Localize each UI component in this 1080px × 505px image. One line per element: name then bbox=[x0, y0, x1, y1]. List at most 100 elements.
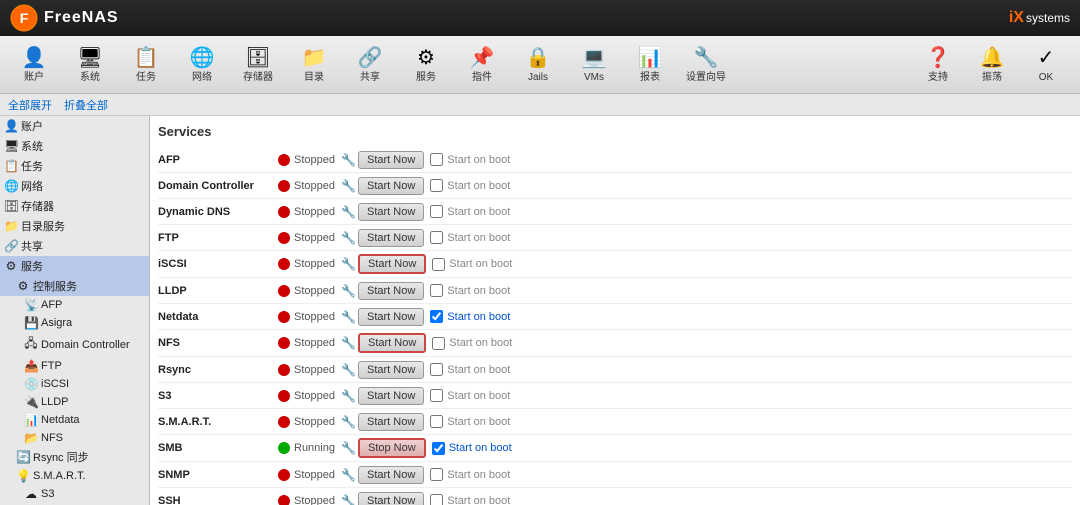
sidebar-item-directory[interactable]: 📁 目录服务 bbox=[0, 216, 149, 236]
boot-checkbox-3[interactable] bbox=[430, 231, 443, 244]
toolbar-vms[interactable]: 💻 VMs bbox=[568, 40, 620, 90]
start-now-button-7[interactable]: Start Now bbox=[358, 333, 426, 353]
edit-icon-5[interactable]: 🔧 bbox=[341, 284, 356, 298]
edit-icon-2[interactable]: 🔧 bbox=[341, 205, 356, 219]
boot-checkbox-6[interactable] bbox=[430, 310, 443, 323]
start-now-button-13[interactable]: Start Now bbox=[358, 492, 424, 505]
toolbar-support[interactable]: ❓ 支持 bbox=[912, 40, 964, 90]
sidebar-item-lldp[interactable]: 🔌 LLDP bbox=[0, 393, 149, 411]
start-now-button-10[interactable]: Start Now bbox=[358, 413, 424, 431]
stop-now-button-11[interactable]: Stop Now bbox=[358, 438, 426, 458]
start-now-button-3[interactable]: Start Now bbox=[358, 229, 424, 247]
service-btn-2[interactable]: Start Now bbox=[358, 203, 424, 221]
toolbar-sharing[interactable]: 🔗 共享 bbox=[344, 40, 396, 90]
start-now-button-4[interactable]: Start Now bbox=[358, 254, 426, 274]
status-dot-4 bbox=[278, 258, 290, 270]
start-now-button-0[interactable]: Start Now bbox=[358, 151, 424, 169]
services-label: 服务 bbox=[416, 72, 436, 84]
service-btn-7[interactable]: Start Now bbox=[358, 333, 426, 353]
edit-icon-13[interactable]: 🔧 bbox=[341, 494, 356, 505]
service-btn-11[interactable]: Stop Now bbox=[358, 438, 426, 458]
sidebar-item-services[interactable]: ⚙ 服务 bbox=[0, 256, 149, 276]
service-btn-5[interactable]: Start Now bbox=[358, 282, 424, 300]
collapse-all-link[interactable]: 折叠全部 bbox=[64, 97, 108, 113]
edit-icon-9[interactable]: 🔧 bbox=[341, 389, 356, 403]
toolbar-jails[interactable]: 🔒 Jails bbox=[512, 40, 564, 90]
sidebar-item-tasks[interactable]: 📋 任务 bbox=[0, 156, 149, 176]
toolbar-wizard[interactable]: 🔧 设置向导 bbox=[680, 40, 732, 90]
start-now-button-9[interactable]: Start Now bbox=[358, 387, 424, 405]
toolbar-storage[interactable]: 🗄 存储器 bbox=[232, 40, 284, 90]
boot-checkbox-13[interactable] bbox=[430, 494, 443, 505]
edit-icon-1[interactable]: 🔧 bbox=[341, 179, 356, 193]
toolbar-alerts[interactable]: 🔔 振荡 bbox=[966, 40, 1018, 90]
sidebar-item-storage[interactable]: 🗄 存储器 bbox=[0, 196, 149, 216]
service-btn-0[interactable]: Start Now bbox=[358, 151, 424, 169]
boot-checkbox-2[interactable] bbox=[430, 205, 443, 218]
toolbar-plugins[interactable]: 📌 指件 bbox=[456, 40, 508, 90]
service-btn-9[interactable]: Start Now bbox=[358, 387, 424, 405]
toolbar-network[interactable]: 🌐 网络 bbox=[176, 40, 228, 90]
service-btn-12[interactable]: Start Now bbox=[358, 466, 424, 484]
boot-checkbox-4[interactable] bbox=[432, 258, 445, 271]
toolbar-services[interactable]: ⚙ 服务 bbox=[400, 40, 452, 90]
boot-checkbox-5[interactable] bbox=[430, 284, 443, 297]
sidebar-item-domain-controller[interactable]: 🖧 Domain Controller bbox=[0, 332, 149, 357]
sidebar-item-rsync[interactable]: 🔄 Rsync 同步 bbox=[0, 447, 149, 467]
sidebar-item-accounts[interactable]: 👤 账户 bbox=[0, 116, 149, 136]
toolbar-tasks[interactable]: 📋 任务 bbox=[120, 40, 172, 90]
sidebar-item-netdata[interactable]: 📊 Netdata bbox=[0, 411, 149, 429]
jails-icon: 🔒 bbox=[526, 45, 551, 70]
sidebar-item-iscsi[interactable]: 💿 iSCSI bbox=[0, 375, 149, 393]
toolbar-ok[interactable]: ✓ OK bbox=[1020, 40, 1072, 90]
edit-icon-6[interactable]: 🔧 bbox=[341, 310, 356, 324]
sidebar-item-asigra[interactable]: 💾 Asigra bbox=[0, 314, 149, 332]
sidebar-item-network[interactable]: 🌐 网络 bbox=[0, 176, 149, 196]
boot-checkbox-8[interactable] bbox=[430, 363, 443, 376]
service-btn-4[interactable]: Start Now bbox=[358, 254, 426, 274]
service-btn-13[interactable]: Start Now bbox=[358, 492, 424, 505]
edit-icon-4[interactable]: 🔧 bbox=[341, 257, 356, 271]
sidebar-item-s3[interactable]: ☁ S3 bbox=[0, 485, 149, 503]
boot-checkbox-9[interactable] bbox=[430, 389, 443, 402]
boot-checkbox-1[interactable] bbox=[430, 179, 443, 192]
sidebar-item-control-services[interactable]: ⚙ 控制服务 bbox=[0, 276, 149, 296]
edit-icon-0[interactable]: 🔧 bbox=[341, 153, 356, 167]
sidebar-item-smart[interactable]: 💡 S.M.A.R.T. bbox=[0, 467, 149, 485]
edit-icon-12[interactable]: 🔧 bbox=[341, 468, 356, 482]
sidebar-item-ftp[interactable]: 📤 FTP bbox=[0, 357, 149, 375]
boot-checkbox-11[interactable] bbox=[432, 442, 445, 455]
sidebar-item-nfs[interactable]: 📂 NFS bbox=[0, 429, 149, 447]
boot-checkbox-0[interactable] bbox=[430, 153, 443, 166]
edit-icon-8[interactable]: 🔧 bbox=[341, 363, 356, 377]
start-now-button-1[interactable]: Start Now bbox=[358, 177, 424, 195]
expand-all-link[interactable]: 全部展开 bbox=[8, 97, 52, 113]
toolbar-reports[interactable]: 📊 报表 bbox=[624, 40, 676, 90]
start-now-button-2[interactable]: Start Now bbox=[358, 203, 424, 221]
boot-checkbox-12[interactable] bbox=[430, 468, 443, 481]
plugins-label: 指件 bbox=[472, 72, 492, 84]
toolbar-system[interactable]: 🖥 系统 bbox=[64, 40, 116, 90]
toolbar-accounts[interactable]: 👤 账户 bbox=[8, 40, 60, 90]
service-btn-3[interactable]: Start Now bbox=[358, 229, 424, 247]
toolbar-directory[interactable]: 📁 目录 bbox=[288, 40, 340, 90]
sidebar-item-system[interactable]: 🖥 系统 bbox=[0, 136, 149, 156]
service-btn-8[interactable]: Start Now bbox=[358, 361, 424, 379]
service-btn-6[interactable]: Start Now bbox=[358, 308, 424, 326]
network-sidebar-icon: 🌐 bbox=[4, 179, 18, 193]
start-now-button-12[interactable]: Start Now bbox=[358, 466, 424, 484]
start-now-button-5[interactable]: Start Now bbox=[358, 282, 424, 300]
edit-icon-11[interactable]: 🔧 bbox=[341, 441, 356, 455]
edit-icon-10[interactable]: 🔧 bbox=[341, 415, 356, 429]
boot-label-8: Start on boot bbox=[447, 364, 510, 376]
boot-checkbox-7[interactable] bbox=[432, 337, 445, 350]
sidebar-item-sharing[interactable]: 🔗 共享 bbox=[0, 236, 149, 256]
start-now-button-8[interactable]: Start Now bbox=[358, 361, 424, 379]
service-btn-1[interactable]: Start Now bbox=[358, 177, 424, 195]
sidebar-item-afp[interactable]: 📡 AFP bbox=[0, 296, 149, 314]
edit-icon-7[interactable]: 🔧 bbox=[341, 336, 356, 350]
edit-icon-3[interactable]: 🔧 bbox=[341, 231, 356, 245]
start-now-button-6[interactable]: Start Now bbox=[358, 308, 424, 326]
service-btn-10[interactable]: Start Now bbox=[358, 413, 424, 431]
boot-checkbox-10[interactable] bbox=[430, 415, 443, 428]
